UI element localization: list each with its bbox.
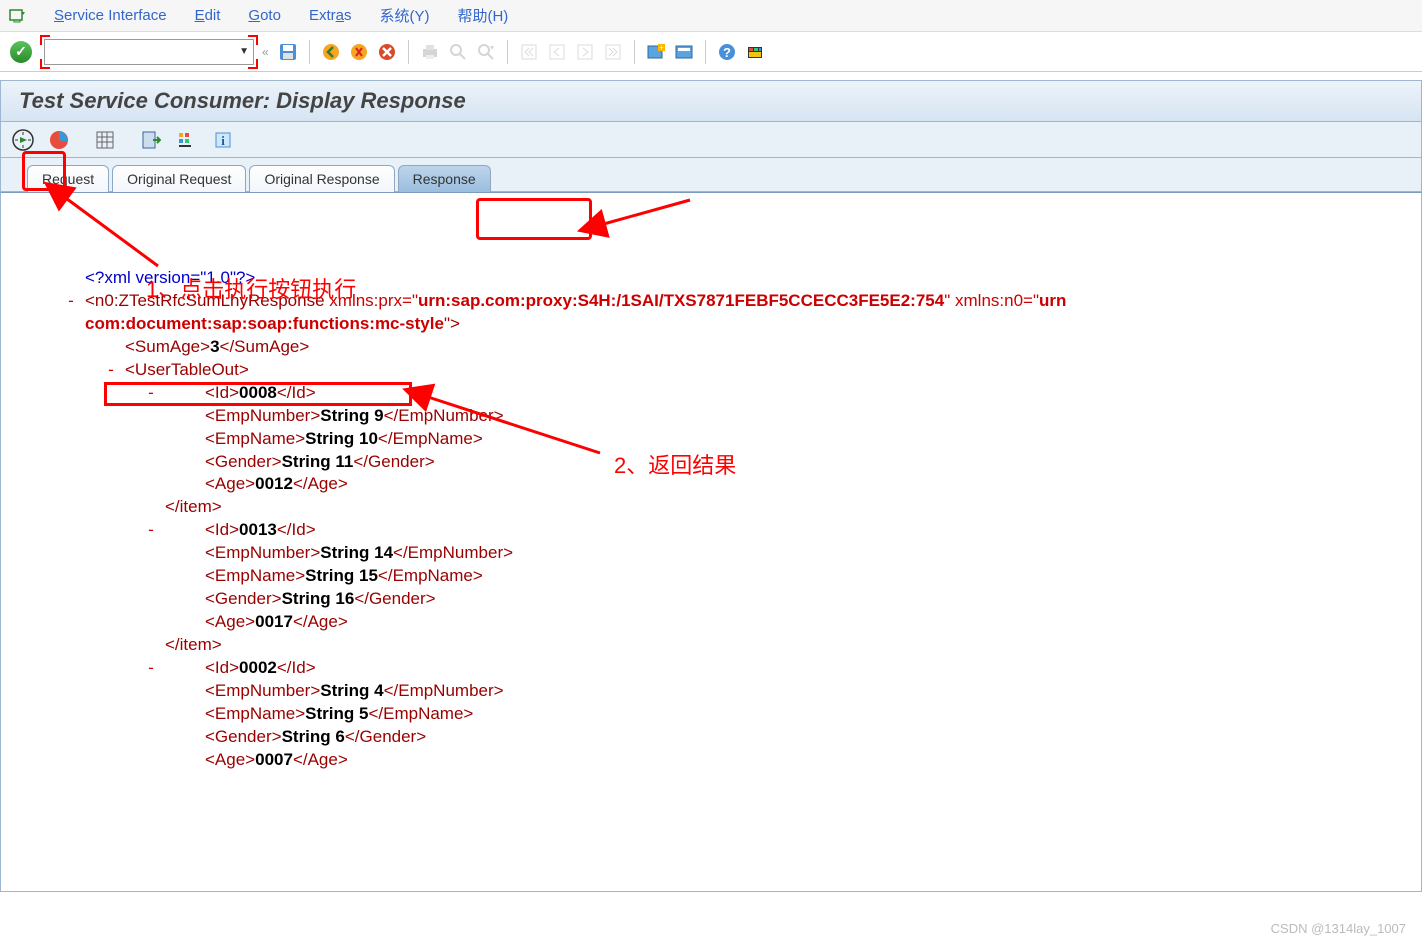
xml-field-empname: <EmpName>String 15</EmpName>	[65, 565, 1397, 588]
collapse-toggle[interactable]: -	[103, 359, 119, 382]
xml-field-id: <Id>0002</Id>	[65, 657, 1397, 680]
print-icon	[419, 41, 441, 63]
collapse-toggle[interactable]: -	[143, 519, 159, 542]
menu-service-interface[interactable]: Service Interface	[54, 7, 167, 24]
menu-goto[interactable]: Goto	[248, 7, 281, 24]
page-title-bar: Test Service Consumer: Display Response	[0, 80, 1422, 122]
svg-text:i: i	[221, 133, 225, 148]
arrow-to-response-tab	[590, 195, 700, 235]
tab-original-response[interactable]: Original Response	[249, 165, 394, 192]
annotation-step1: 1、点击执行按钮执行	[146, 272, 356, 304]
command-field[interactable]: ▼	[44, 39, 254, 65]
menu-extras[interactable]: Extras	[309, 7, 352, 24]
first-page-icon	[518, 41, 540, 63]
grid-icon[interactable]	[93, 128, 117, 152]
help-icon[interactable]: ?	[716, 41, 738, 63]
menu-system[interactable]: 系统(Y)	[379, 5, 429, 26]
main-toolbar: ✓ ▼ « + ?	[0, 32, 1422, 72]
sub-toolbar: i	[0, 122, 1422, 158]
xml-field-age: <Age>0007</Age>	[65, 749, 1397, 772]
xml-field-empnum: <EmpNumber>String 14</EmpNumber>	[65, 542, 1397, 565]
arrow-to-sumage	[410, 388, 610, 468]
xml-field-age: <Age>0017</Age>	[65, 611, 1397, 634]
execute-icon[interactable]	[11, 128, 35, 152]
xml-root-open-cont: com:document:sap:soap:functions:mc-style…	[65, 313, 1397, 336]
dropdown-icon[interactable]: ▼	[239, 46, 249, 57]
svg-text:+: +	[659, 43, 664, 52]
xml-field-empnum: <EmpNumber>String 9</EmpNumber>	[65, 405, 1397, 428]
prev-page-icon	[546, 41, 568, 63]
find-icon	[447, 41, 469, 63]
tab-response[interactable]: Response	[398, 165, 491, 192]
xml-viewer: <?xml version="1.0"?> - <n0:ZTestRfcSumL…	[65, 267, 1397, 772]
menu-bar: Service Interface Edit Goto Extras 系统(Y)…	[0, 0, 1422, 32]
find-next-icon	[475, 41, 497, 63]
menu-help[interactable]: 帮助(H)	[457, 5, 508, 26]
collapse-toggle[interactable]: -	[63, 290, 79, 313]
ok-icon[interactable]: ✓	[10, 41, 32, 63]
annotation-step2: 2、返回结果	[614, 448, 736, 480]
watermark: CSDN @1314lay_1007	[1271, 921, 1406, 936]
xml-sumage: <SumAge>3</SumAge>	[65, 336, 1397, 359]
xml-field-gender: <Gender>String 16</Gender>	[65, 588, 1397, 611]
tab-strip: Request Original Request Original Respon…	[0, 158, 1422, 192]
page-title: Test Service Consumer: Display Response	[19, 88, 466, 114]
menu-system-icon[interactable]	[8, 7, 26, 25]
exit-icon[interactable]	[348, 41, 370, 63]
xml-field-gender: <Gender>String 6</Gender>	[65, 726, 1397, 749]
menu-edit[interactable]: Edit	[195, 7, 221, 24]
highlight-execute-button	[22, 151, 66, 191]
collapse-toggle[interactable]: -	[143, 657, 159, 680]
settings-icon[interactable]	[175, 128, 199, 152]
chevron-left-icon[interactable]: «	[262, 45, 269, 59]
layout-icon[interactable]	[744, 41, 766, 63]
last-page-icon	[602, 41, 624, 63]
shortcut-icon[interactable]	[673, 41, 695, 63]
save-icon[interactable]	[277, 41, 299, 63]
pie-icon[interactable]	[47, 128, 71, 152]
cancel-icon[interactable]	[376, 41, 398, 63]
highlight-response-tab	[476, 198, 592, 240]
xml-usertable-open: - <UserTableOut>	[65, 359, 1397, 382]
xml-item-close: </item>	[65, 634, 1397, 657]
info-icon[interactable]: i	[211, 128, 235, 152]
back-icon[interactable]	[320, 41, 342, 63]
export-icon[interactable]	[139, 128, 163, 152]
xml-item-close: </item>	[65, 496, 1397, 519]
new-session-icon[interactable]: +	[645, 41, 667, 63]
highlight-sumage	[104, 382, 412, 406]
svg-text:?: ?	[723, 45, 731, 60]
xml-field-id: <Id>0013</Id>	[65, 519, 1397, 542]
xml-field-empname: <EmpName>String 5</EmpName>	[65, 703, 1397, 726]
xml-field-empnum: <EmpNumber>String 4</EmpNumber>	[65, 680, 1397, 703]
next-page-icon	[574, 41, 596, 63]
arrow-to-execute	[48, 186, 168, 276]
